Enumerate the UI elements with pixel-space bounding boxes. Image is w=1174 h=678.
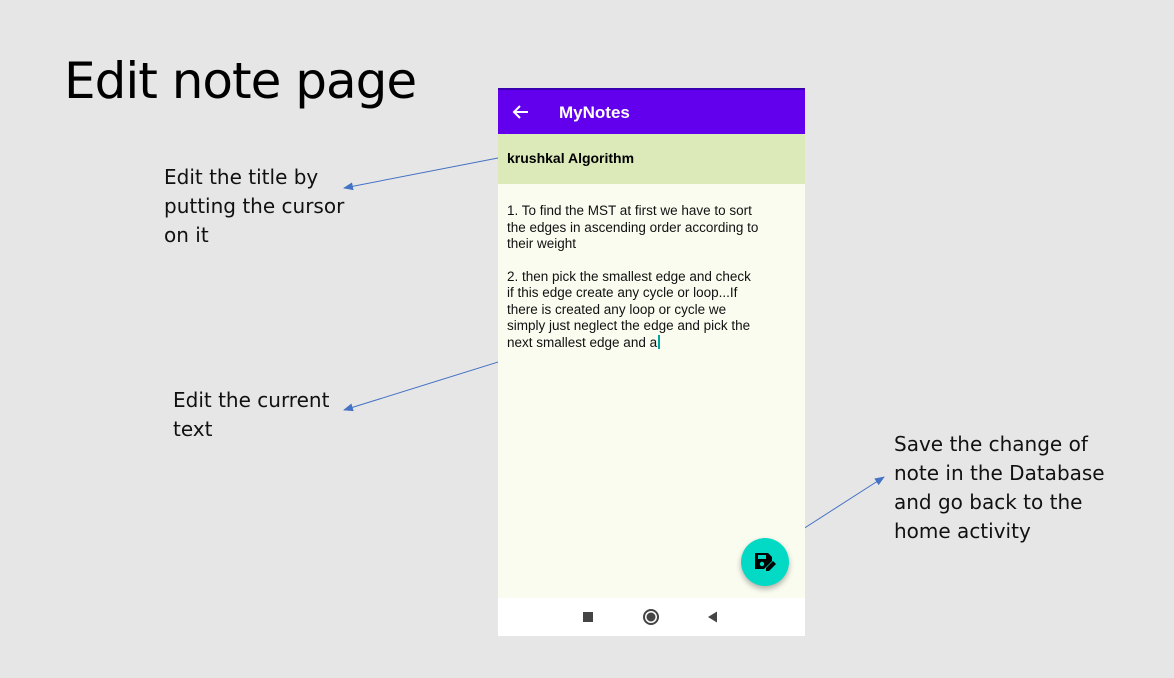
callout-save: Save the change of note in the Database … [894, 432, 1105, 543]
save-note-button[interactable] [741, 538, 789, 586]
app-bar: MyNotes [498, 88, 805, 134]
triangle-back-icon[interactable] [702, 607, 724, 627]
note-paragraph: 2. then pick the smallest edge and check… [507, 268, 751, 350]
system-nav-bar [498, 598, 805, 636]
app-title: MyNotes [559, 103, 630, 122]
note-body-input[interactable]: 1. To find the MST at first we have to s… [507, 203, 799, 367]
circle-icon[interactable] [640, 607, 662, 627]
arrow-left-icon[interactable] [512, 103, 530, 121]
callout-edit-text: Edit the current text [173, 388, 330, 441]
note-title-text: krushkal Algorithm [507, 150, 635, 166]
note-title-input[interactable]: krushkal Algorithm [498, 134, 805, 184]
save-edit-icon [755, 553, 776, 571]
text-cursor [658, 334, 660, 349]
arrow-to-title [343, 157, 499, 191]
square-icon[interactable] [577, 607, 599, 627]
phone-screen: MyNotes krushkal Algorithm 1. To find th… [498, 88, 805, 636]
note-paragraph: 1. To find the MST at first we have to s… [507, 203, 759, 251]
callout-edit-title: Edit the title by putting the cursor on … [164, 165, 345, 247]
